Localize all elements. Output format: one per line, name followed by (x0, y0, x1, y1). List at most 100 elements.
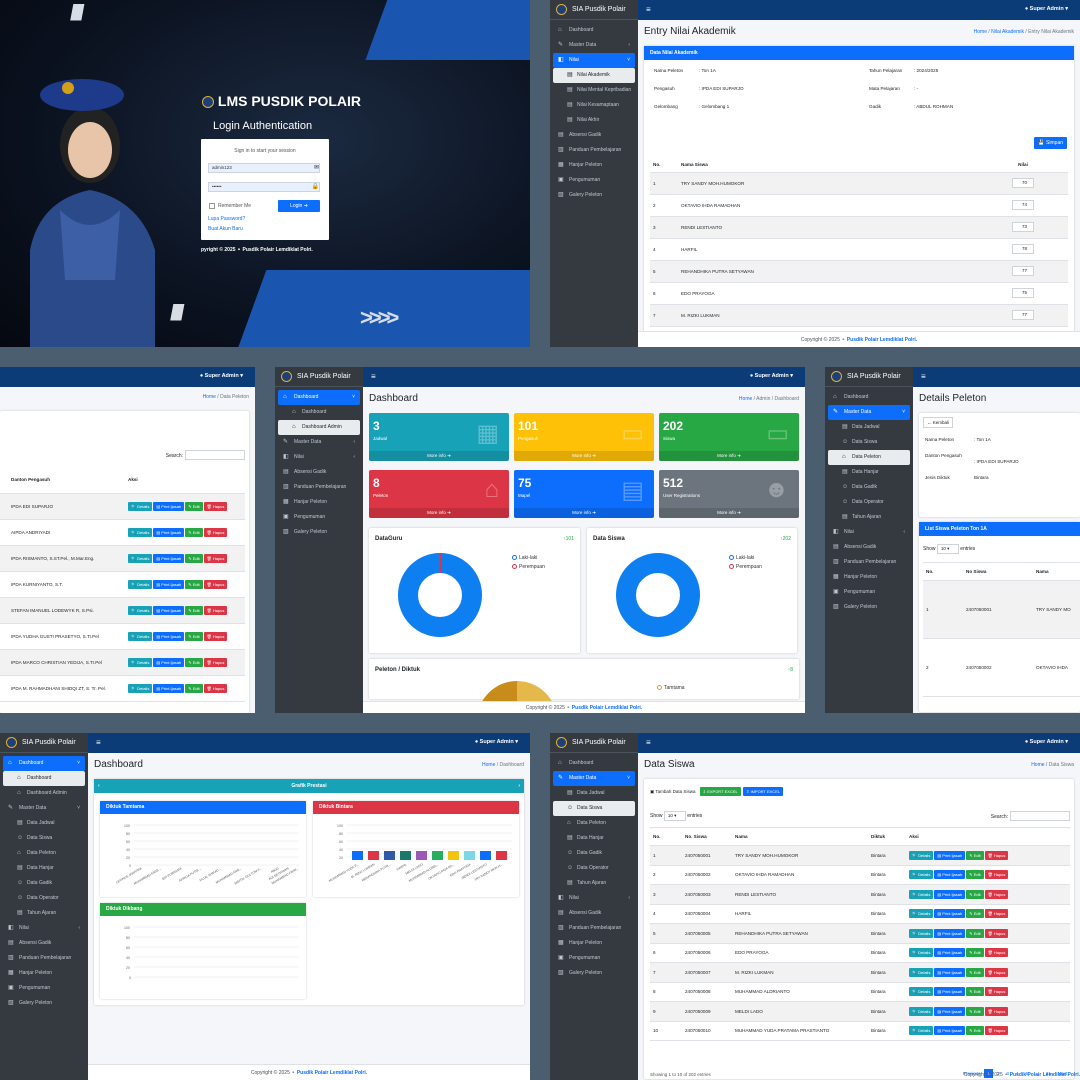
print-ijasah-button[interactable]: ▤ Print Ijasah (153, 579, 185, 589)
sidebar-item-data-operator[interactable]: ☺ Data Operator (3, 891, 85, 906)
edit-button[interactable]: ✎ Edit (966, 850, 984, 860)
more-info-link[interactable]: More info ➜ (659, 451, 799, 461)
edit-button[interactable]: ✎ Edit (185, 657, 203, 667)
details-button[interactable]: 🔍 Details (909, 987, 934, 997)
sidebar-item-data-peleton[interactable]: ⌂ Data Peleton (828, 450, 910, 465)
details-button[interactable]: 🔍 Details (909, 1026, 934, 1036)
sidebar-item-nilai-akhir[interactable]: ▤ Nilai Akhir (553, 113, 635, 128)
details-button[interactable]: 🔍 Details (909, 850, 934, 860)
nilai-input[interactable]: 77 (1012, 266, 1034, 276)
length-select[interactable]: 10 ▾ (663, 811, 686, 821)
user-menu[interactable]: ● Super Admin ▾ (1025, 6, 1068, 12)
sidebar-item-data-peleton[interactable]: ⌂ Data Peleton (3, 846, 85, 861)
details-button[interactable]: 🔍 Details (128, 501, 153, 511)
length-select[interactable]: 10 ▾ (936, 544, 959, 554)
hapus-button[interactable]: 🗑 Hapus (203, 605, 228, 615)
details-button[interactable]: 🔍 Details (128, 553, 153, 563)
sidebar-item-pengumuman[interactable]: ▣ Pengumuman (278, 510, 360, 525)
sidebar-item-dashboard[interactable]: ⌂ Dashboard (278, 405, 360, 420)
hapus-button[interactable]: 🗑 Hapus (203, 527, 228, 537)
details-button[interactable]: 🔍 Details (128, 527, 153, 537)
sidebar-item-data-jadwal[interactable]: ▤ Data Jadwal (828, 420, 910, 435)
sidebar-item-tahun-ajaran[interactable]: ▤ Tahun Ajaran (828, 510, 910, 525)
details-button[interactable]: 🔍 Details (128, 605, 153, 615)
search-input[interactable] (185, 450, 245, 460)
menu-toggle-icon[interactable]: ≡ (646, 5, 651, 14)
hapus-button[interactable]: 🗑 Hapus (203, 683, 228, 693)
hapus-button[interactable]: 🗑 Hapus (984, 850, 1009, 860)
save-button[interactable]: 💾 Simpan (1034, 137, 1067, 149)
hapus-button[interactable]: 🗑 Hapus (203, 631, 228, 641)
sidebar-item-panduan-pembelajaran[interactable]: ▥ Panduan Pembelajaran (3, 951, 85, 966)
sidebar-item-absensi-gadik[interactable]: ▤ Absensi Gadik (553, 128, 635, 143)
more-info-link[interactable]: More info ➜ (659, 508, 799, 518)
more-info-link[interactable]: More info ➜ (369, 451, 509, 461)
print-ijasah-button[interactable]: ▤ Print Ijasah (934, 948, 966, 958)
sidebar-item-master-data[interactable]: ✎ Master Data ˅ (828, 405, 910, 420)
print-ijasah-button[interactable]: ▤ Print Ijasah (153, 631, 185, 641)
chevron-left-icon[interactable]: ‹ (98, 779, 100, 793)
details-button[interactable]: 🔍 Details (909, 870, 934, 880)
search-input[interactable] (1010, 811, 1070, 821)
sidebar-item-dashboard-admin[interactable]: ⌂ Dashboard Admin (278, 420, 360, 435)
sidebar-item-data-siswa[interactable]: ☺ Data Siswa (3, 831, 85, 846)
sidebar-item-data-gadik[interactable]: ☺ Data Gadik (3, 876, 85, 891)
sidebar-item-data-hanjar[interactable]: ▤ Data Hanjar (3, 861, 85, 876)
sidebar-item-dashboard[interactable]: ⌂ Dashboard (553, 23, 635, 38)
sidebar-item-data-operator[interactable]: ☺ Data Operator (553, 861, 635, 876)
sidebar-item-nilai-akademik[interactable]: ▤ Nilai Akademik (553, 68, 635, 83)
details-button[interactable]: 🔍 Details (128, 683, 153, 693)
print-ijasah-button[interactable]: ▤ Print Ijasah (934, 1026, 966, 1036)
edit-button[interactable]: ✎ Edit (185, 501, 203, 511)
details-button[interactable]: 🔍 Details (909, 909, 934, 919)
sidebar-item-tahun-ajaran[interactable]: ▤ Tahun Ajaran (3, 906, 85, 921)
print-ijasah-button[interactable]: ▤ Print Ijasah (934, 967, 966, 977)
sidebar-item-hanjar-peleton[interactable]: ▦ Hanjar Peleton (278, 495, 360, 510)
nilai-input[interactable]: 77 (1012, 310, 1034, 320)
print-ijasah-button[interactable]: ▤ Print Ijasah (934, 889, 966, 899)
print-ijasah-button[interactable]: ▤ Print Ijasah (934, 928, 966, 938)
details-button[interactable]: 🔍 Details (909, 928, 934, 938)
sidebar-item-galery-peleton[interactable]: ▧ Galery Peleton (828, 600, 910, 615)
details-button[interactable]: 🔍 Details (128, 579, 153, 589)
edit-button[interactable]: ✎ Edit (966, 967, 984, 977)
sidebar-item-galery-peleton[interactable]: ▧ Galery Peleton (553, 966, 635, 981)
details-button[interactable]: 🔍 Details (909, 1006, 934, 1016)
sidebar-item-hanjar-peleton[interactable]: ▦ Hanjar Peleton (553, 936, 635, 951)
edit-button[interactable]: ✎ Edit (966, 909, 984, 919)
sidebar-item-panduan-pembelajaran[interactable]: ▥ Panduan Pembelajaran (828, 555, 910, 570)
sidebar-item-data-jadwal[interactable]: ▤ Data Jadwal (3, 816, 85, 831)
sidebar-item-nilai[interactable]: ◧ Nilai ‹ (553, 891, 635, 906)
print-ijasah-button[interactable]: ▤ Print Ijasah (153, 553, 185, 563)
sidebar-item-dashboard[interactable]: ⌂ Dashboard (828, 390, 910, 405)
sidebar-item-galery-peleton[interactable]: ▧ Galery Peleton (278, 525, 360, 540)
nilai-input[interactable]: 75 (1012, 288, 1034, 298)
edit-button[interactable]: ✎ Edit (966, 1026, 984, 1036)
details-button[interactable]: 🔍 Details (128, 631, 153, 641)
print-ijasah-button[interactable]: ▤ Print Ijasah (153, 501, 185, 511)
sidebar-item-tahun-ajaran[interactable]: ▤ Tahun Ajaran (553, 876, 635, 891)
login-button[interactable]: Login ➔ (278, 200, 320, 212)
menu-toggle-icon[interactable]: ≡ (371, 372, 376, 381)
nilai-input[interactable]: 73 (1012, 222, 1034, 232)
sidebar-item-galery-peleton[interactable]: ▧ Galery Peleton (3, 996, 85, 1011)
edit-button[interactable]: ✎ Edit (185, 631, 203, 641)
user-menu[interactable]: ● Super Admin ▾ (475, 739, 518, 745)
hapus-button[interactable]: 🗑 Hapus (984, 1006, 1009, 1016)
edit-button[interactable]: ✎ Edit (185, 683, 203, 693)
print-ijasah-button[interactable]: ▤ Print Ijasah (934, 909, 966, 919)
register-link[interactable]: Buat Akun Baru (208, 226, 243, 232)
export-excel-button[interactable]: ⇩ EXPORT EXCEL (699, 787, 741, 796)
print-ijasah-button[interactable]: ▤ Print Ijasah (153, 605, 185, 615)
print-ijasah-button[interactable]: ▤ Print Ijasah (153, 683, 185, 693)
sidebar-item-hanjar-peleton[interactable]: ▦ Hanjar Peleton (828, 570, 910, 585)
sidebar-item-data-peleton[interactable]: ⌂ Data Peleton (553, 816, 635, 831)
menu-toggle-icon[interactable]: ≡ (646, 738, 651, 747)
sidebar-item-pengumuman[interactable]: ▣ Pengumuman (553, 951, 635, 966)
edit-button[interactable]: ✎ Edit (966, 987, 984, 997)
sidebar-item-master-data[interactable]: ✎ Master Data ‹ (278, 435, 360, 450)
sidebar-item-nilai-kesamaptaan[interactable]: ▤ Nilai Kesamaptaan (553, 98, 635, 113)
sidebar-item-data-operator[interactable]: ☺ Data Operator (828, 495, 910, 510)
menu-toggle-icon[interactable]: ≡ (921, 372, 926, 381)
sidebar-item-dashboard[interactable]: ⌂ Dashboard (553, 756, 635, 771)
